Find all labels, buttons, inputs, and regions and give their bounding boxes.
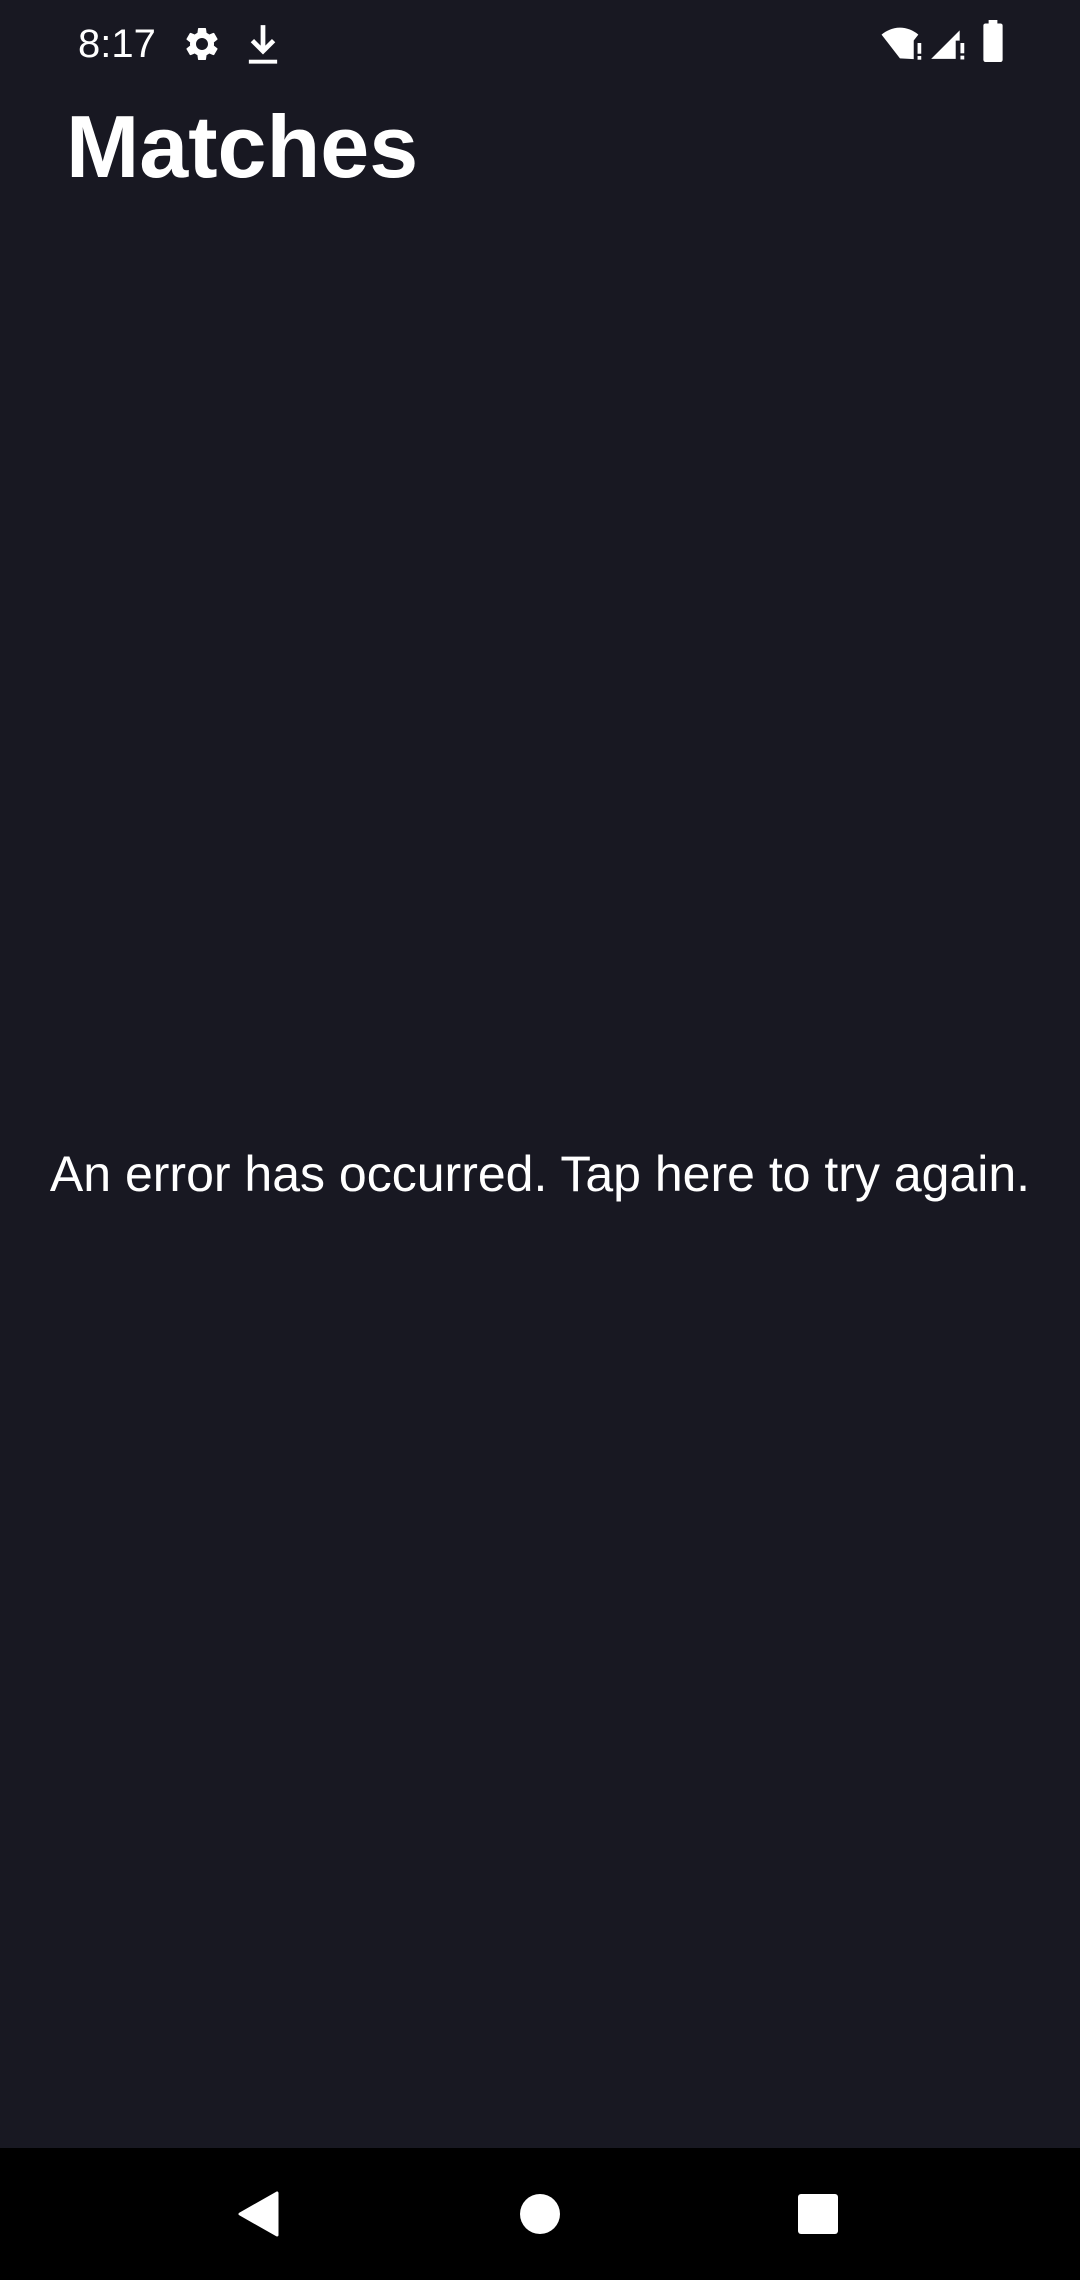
page-title: Matches — [66, 97, 419, 196]
home-button[interactable] — [504, 2178, 576, 2250]
back-icon — [238, 2191, 279, 2237]
status-bar: 8:17 — [0, 0, 1080, 88]
home-icon — [520, 2194, 560, 2234]
back-button[interactable] — [223, 2178, 295, 2250]
recents-icon — [798, 2194, 838, 2234]
wifi-alert-icon — [881, 27, 922, 60]
navigation-bar — [0, 2148, 1080, 2280]
battery-icon — [983, 20, 1003, 62]
status-time: 8:17 — [78, 22, 156, 66]
error-retry-message[interactable]: An error has occurred. Tap here to try a… — [0, 1138, 1080, 1210]
signal-alert-icon — [931, 30, 965, 60]
recents-button[interactable] — [782, 2178, 854, 2250]
settings-icon — [186, 28, 218, 60]
download-icon — [248, 25, 278, 64]
